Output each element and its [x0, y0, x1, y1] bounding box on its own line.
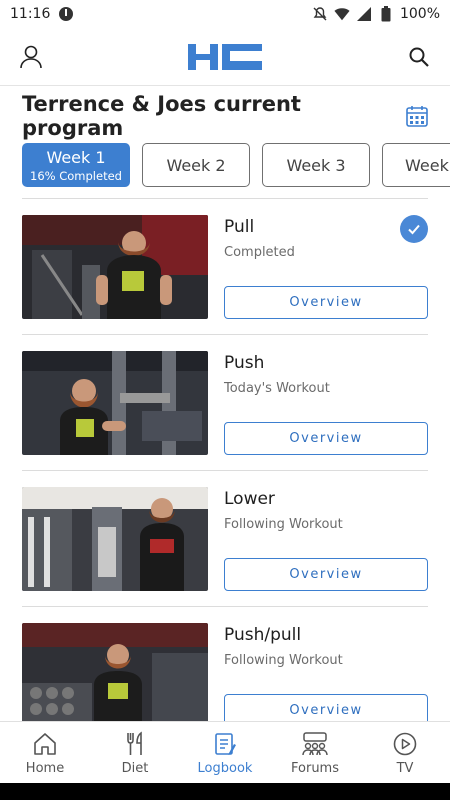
workout-name: Push/pull	[224, 625, 302, 645]
workout-status: Completed	[224, 245, 295, 260]
workout-item-lower[interactable]: Lower Following Workout Overview	[22, 471, 428, 607]
overview-button[interactable]: Overview	[224, 422, 428, 455]
tab-week-label: Week	[405, 155, 449, 175]
workout-thumbnail[interactable]	[22, 215, 208, 319]
nav-forums[interactable]: Forums	[270, 722, 360, 783]
app-bar	[0, 28, 450, 86]
tab-week-3[interactable]: Week 3	[262, 143, 370, 187]
workout-item-push[interactable]: Push Today's Workout Overview	[22, 335, 428, 471]
completed-check-icon	[400, 215, 428, 243]
week-tabs: Week 1 16% Completed Week 2 Week 3 Week	[22, 143, 450, 189]
battery-icon	[378, 6, 394, 22]
program-header: Terrence & Joes current program	[22, 92, 432, 140]
workout-item-pull[interactable]: Pull Completed Overview	[22, 199, 428, 335]
nav-label: Diet	[121, 760, 149, 776]
workout-thumbnail[interactable]	[22, 351, 208, 455]
nav-home[interactable]: Home	[0, 722, 90, 783]
workout-name: Lower	[224, 489, 275, 509]
calendar-button[interactable]	[403, 101, 432, 131]
nav-diet[interactable]: Diet	[90, 722, 180, 783]
wifi-icon	[334, 6, 350, 22]
signal-icon	[356, 6, 372, 22]
nav-label: TV	[396, 760, 414, 776]
nav-logbook[interactable]: Logbook	[180, 722, 270, 783]
workout-thumbnail[interactable]	[22, 623, 208, 727]
bottom-nav: Home Diet Logbook Forums TV	[0, 721, 450, 783]
mute-icon	[312, 6, 328, 22]
search-icon	[409, 47, 429, 67]
nav-label: Forums	[291, 760, 339, 776]
tab-week-1[interactable]: Week 1 16% Completed	[22, 143, 130, 187]
status-time: 11:16	[10, 6, 51, 22]
home-icon	[31, 730, 59, 758]
nav-label: Logbook	[197, 760, 253, 776]
profile-button[interactable]	[16, 42, 46, 72]
logbook-icon	[211, 730, 239, 758]
system-navigation-bar	[0, 783, 450, 800]
fork-knife-icon	[121, 730, 149, 758]
app-notification-icon	[58, 6, 74, 22]
status-bar: 11:16 100%	[0, 0, 450, 28]
workout-status: Following Workout	[224, 653, 343, 668]
overview-button[interactable]: Overview	[224, 558, 428, 591]
profile-icon	[20, 45, 42, 68]
workout-thumbnail[interactable]	[22, 487, 208, 591]
workout-status: Today's Workout	[224, 381, 330, 396]
nav-tv[interactable]: TV	[360, 722, 450, 783]
nav-label: Home	[25, 760, 65, 776]
search-button[interactable]	[404, 42, 434, 72]
tab-week-label: Week 1	[46, 147, 106, 167]
workout-status: Following Workout	[224, 517, 343, 532]
tv-play-icon	[391, 730, 419, 758]
tab-week-2[interactable]: Week 2	[142, 143, 250, 187]
tab-week-progress: 16% Completed	[30, 168, 122, 183]
battery-percent: 100%	[399, 6, 440, 22]
workout-list: Pull Completed Overview Push Today's Wor…	[22, 198, 428, 743]
workout-name: Pull	[224, 217, 255, 237]
tab-week-4[interactable]: Week	[382, 143, 450, 187]
calendar-icon	[406, 106, 429, 127]
overview-button[interactable]: Overview	[224, 286, 428, 319]
tab-week-label: Week 3	[286, 155, 346, 175]
tab-week-label: Week 2	[166, 155, 226, 175]
forums-icon	[301, 730, 329, 758]
hc-logo	[186, 42, 264, 72]
workout-name: Push	[224, 353, 265, 373]
program-title: Terrence & Joes current program	[22, 92, 301, 140]
